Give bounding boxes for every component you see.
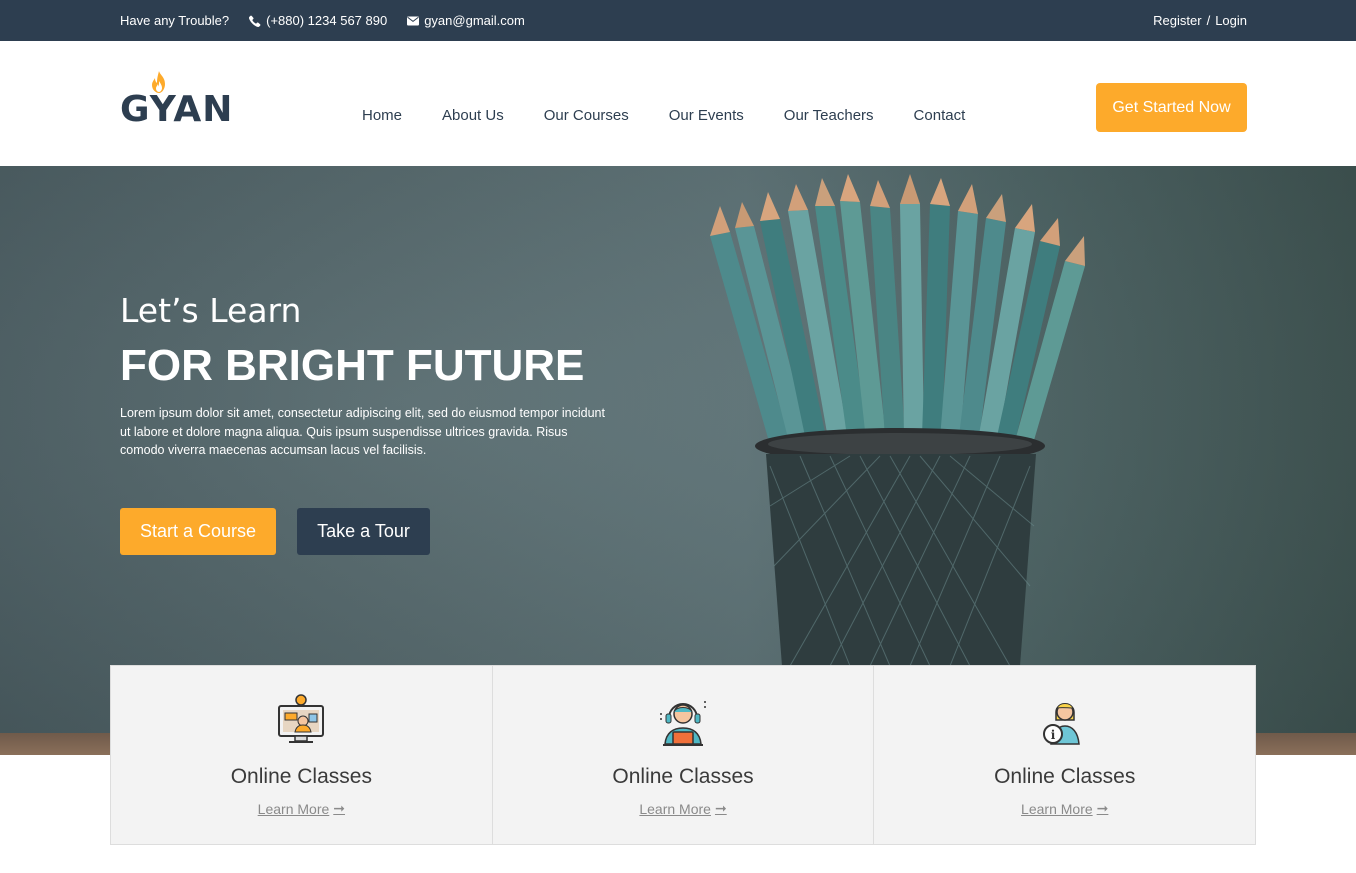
- learn-more-link[interactable]: Learn More ➞: [874, 800, 1255, 817]
- site-header: GYAN Home About Us Our Courses Our Event…: [0, 41, 1356, 166]
- top-bar: Have any Trouble? (+880) 1234 567 890 gy…: [0, 0, 1356, 41]
- hero-copy: Let’s Learn FOR BRIGHT FUTURE Lorem ipsu…: [120, 292, 620, 460]
- pencil-cup-image: [710, 174, 1085, 667]
- learn-more-link[interactable]: Learn More ➞: [111, 800, 492, 817]
- link-separator: /: [1206, 13, 1211, 28]
- learn-more-label: Learn More: [257, 800, 330, 817]
- feature-card: Online Classes Learn More ➞: [110, 665, 493, 845]
- feature-cards: Online Classes Learn More ➞ Online Class…: [110, 665, 1258, 845]
- main-nav: Home About Us Our Courses Our Events Our…: [362, 41, 965, 166]
- nav-our-events[interactable]: Our Events: [669, 107, 744, 124]
- hero-description: Lorem ipsum dolor sit amet, consectetur …: [120, 406, 605, 457]
- account-links: Register / Login: [1153, 0, 1247, 41]
- feature-card: Online Classes Learn More ➞: [491, 665, 875, 845]
- top-bar-contact: Have any Trouble? (+880) 1234 567 890 gy…: [120, 0, 525, 41]
- nav-home[interactable]: Home: [362, 107, 402, 124]
- learn-more-label: Learn More: [1021, 800, 1093, 817]
- nav-contact[interactable]: Contact: [914, 107, 966, 124]
- arrow-right-icon: ➞: [1096, 800, 1109, 816]
- phone-contact[interactable]: (+880) 1234 567 890: [249, 13, 387, 28]
- site-logo[interactable]: GYAN: [120, 71, 232, 130]
- hero-title: FOR BRIGHT FUTURE: [120, 341, 585, 390]
- nav-our-courses[interactable]: Our Courses: [544, 107, 629, 124]
- envelope-icon: [407, 16, 420, 25]
- info-assistant-icon: i: [1042, 703, 1080, 745]
- phone-icon: [249, 15, 261, 27]
- svg-text:i: i: [1050, 728, 1055, 742]
- learn-more-link[interactable]: Learn More ➞: [493, 800, 874, 817]
- email-address: gyan@gmail.com: [424, 13, 525, 28]
- trouble-text: Have any Trouble?: [120, 13, 230, 28]
- phone-number: (+880) 1234 567 890: [266, 13, 388, 28]
- nav-about-us[interactable]: About Us: [442, 107, 504, 124]
- arrow-right-icon: ➞: [714, 800, 727, 816]
- card-title: Online Classes: [230, 765, 372, 788]
- register-link[interactable]: Register: [1153, 13, 1201, 28]
- login-link[interactable]: Login: [1215, 13, 1247, 28]
- logo-text: GYAN: [120, 89, 234, 130]
- card-title: Online Classes: [612, 765, 754, 788]
- feature-card: i Online Classes Learn More ➞: [873, 665, 1257, 845]
- learn-more-label: Learn More: [639, 800, 711, 817]
- online-class-computer-icon: [278, 694, 325, 743]
- hero-pretitle: Let’s Learn: [120, 291, 302, 330]
- email-contact[interactable]: gyan@gmail.com: [407, 13, 525, 28]
- card-title: Online Classes: [994, 765, 1136, 788]
- hero-actions: Start a Course Take a Tour: [120, 508, 430, 555]
- nav-our-teachers[interactable]: Our Teachers: [784, 107, 874, 124]
- get-started-button[interactable]: Get Started Now: [1096, 83, 1247, 132]
- support-headset-icon: [660, 701, 707, 746]
- take-tour-button[interactable]: Take a Tour: [297, 508, 430, 555]
- arrow-right-icon: ➞: [333, 800, 345, 816]
- start-course-button[interactable]: Start a Course: [120, 508, 276, 555]
